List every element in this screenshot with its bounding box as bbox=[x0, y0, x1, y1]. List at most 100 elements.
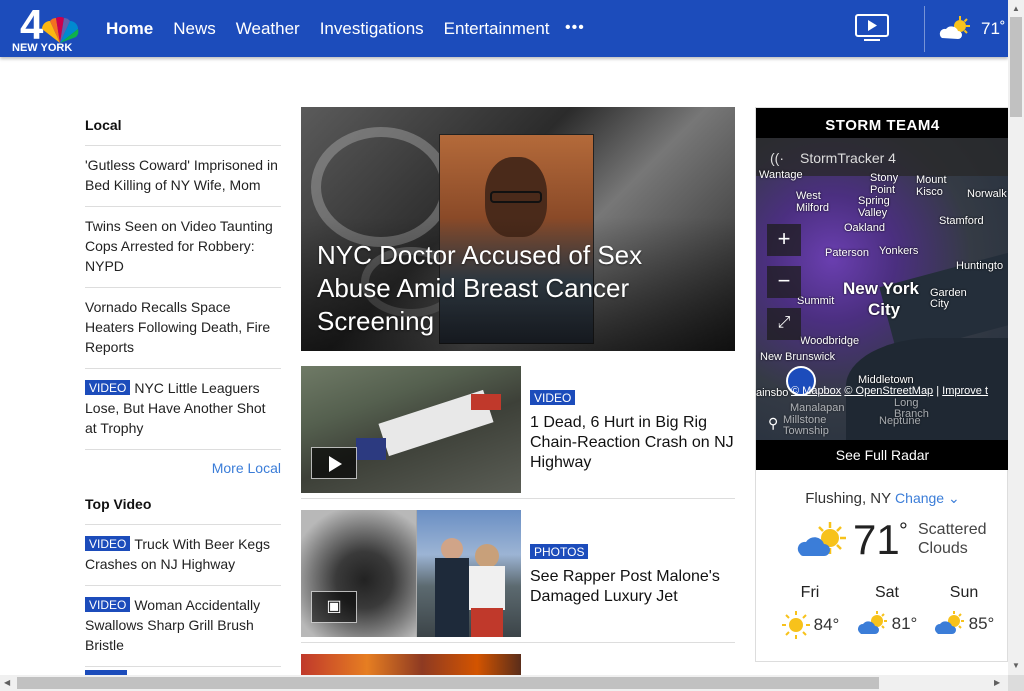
current-condition: Scattered Clouds bbox=[918, 521, 987, 557]
story-thumbnail[interactable] bbox=[301, 654, 521, 675]
map-label: Summit bbox=[797, 295, 835, 307]
weather-location: Flushing, NY Change ⌄ bbox=[756, 490, 1009, 507]
forecast-day[interactable]: Fri 84° bbox=[775, 584, 845, 640]
tv-play-icon[interactable] bbox=[855, 14, 889, 42]
main-nav: Home News Weather Investigations Enterta… bbox=[106, 19, 550, 39]
fullscreen-icon[interactable]: ⤢ bbox=[767, 308, 801, 340]
header-temperature[interactable]: 71˚ bbox=[981, 19, 1006, 39]
story-text: Vornado Recalls Space Heaters Following … bbox=[85, 299, 271, 355]
story-link[interactable]: VIDEO NYC Little Leaguers Lose, But Have … bbox=[85, 369, 281, 450]
map-label-big: City bbox=[868, 300, 901, 319]
forecast-day[interactable]: Sat 81° bbox=[852, 584, 922, 638]
sun-icon bbox=[781, 611, 810, 639]
location-name: Flushing, NY bbox=[805, 490, 891, 507]
forecast-temp: 85° bbox=[968, 614, 995, 633]
change-location-link[interactable]: Change ⌄ bbox=[895, 490, 960, 506]
photo-gallery-icon[interactable]: ▣ bbox=[311, 591, 357, 623]
story-link[interactable]: Twins Seen on Video Taunting Cops Arrest… bbox=[85, 207, 281, 288]
video-badge: VIDEO bbox=[85, 380, 131, 395]
degree-symbol: ° bbox=[899, 518, 908, 543]
map-label: Stony Point bbox=[870, 172, 899, 196]
map-label: Stamford bbox=[939, 215, 984, 227]
hero-story[interactable]: NYC Doctor Accused of Sex Abuse Amid Bre… bbox=[301, 107, 735, 351]
horizontal-scrollbar[interactable]: ◀ ▶ bbox=[0, 675, 1008, 691]
scroll-down-icon[interactable]: ▼ bbox=[1012, 661, 1020, 670]
zoom-out-button[interactable]: − bbox=[767, 266, 801, 298]
scrollbar-thumb[interactable] bbox=[17, 677, 879, 689]
forecast-day-label: Sun bbox=[949, 584, 979, 601]
story-link[interactable]: Vornado Recalls Space Heaters Following … bbox=[85, 288, 281, 369]
radar-map[interactable]: ((· StormTracker 4 Wantage West Milford … bbox=[756, 138, 1009, 440]
logo-text: NEW YORK bbox=[12, 42, 73, 54]
person-uniform bbox=[435, 558, 469, 637]
story-link[interactable]: 'Gutless Coward' Imprisoned in Bed Killi… bbox=[85, 146, 281, 207]
map-label: Millstone Township bbox=[783, 414, 829, 437]
map-label: Spring Valley bbox=[858, 195, 890, 219]
scroll-right-icon[interactable]: ▶ bbox=[994, 678, 1000, 687]
nav-entertainment[interactable]: Entertainment bbox=[444, 19, 550, 39]
map-label: Wantage bbox=[759, 169, 803, 181]
site-header: 4 NEW YORK Home News Weather Investigati… bbox=[0, 0, 1008, 57]
chevron-down-icon: ⌄ bbox=[947, 490, 960, 506]
storm-team-title: STORM TEAM4 bbox=[756, 108, 1009, 138]
osm-link[interactable]: © OpenStreetMap bbox=[844, 385, 933, 397]
map-attribution: © Mapbox © OpenStreetMap | Improve t bbox=[791, 385, 989, 397]
nav-investigations[interactable]: Investigations bbox=[320, 19, 424, 39]
story-text: 'Gutless Coward' Imprisoned in Bed Killi… bbox=[85, 157, 278, 193]
partly-cloudy-icon[interactable] bbox=[938, 14, 974, 44]
scrollbar-thumb[interactable] bbox=[1010, 17, 1022, 117]
vertical-scrollbar[interactable]: ▲ ▼ bbox=[1008, 0, 1024, 675]
story-link[interactable]: VIDEO Woman Accidentally Swallows Sharp G… bbox=[85, 586, 281, 667]
improve-link[interactable]: Improve t bbox=[942, 385, 988, 397]
zoom-in-button[interactable]: + bbox=[767, 224, 801, 256]
current-temperature: 71 bbox=[853, 516, 900, 563]
card-headline[interactable]: See Rapper Post Malone's Damaged Luxury … bbox=[530, 567, 735, 607]
forecast-day[interactable]: Sun 85° bbox=[929, 584, 999, 638]
map-label: Manalapan bbox=[790, 402, 845, 414]
map-label: Woodbridge bbox=[800, 335, 860, 347]
forecast-temp: 81° bbox=[891, 614, 918, 633]
nbc4-logo[interactable]: 4 NEW YORK bbox=[10, 1, 80, 55]
map-label: West Milford bbox=[796, 190, 830, 214]
left-column: Local 'Gutless Coward' Imprisoned in Bed… bbox=[85, 107, 281, 667]
map-label: Huntingto bbox=[956, 260, 1004, 272]
map-label: Mount Kisco bbox=[916, 174, 947, 198]
story-link[interactable]: VIDEO Truck With Beer Kegs Crashes on NJ … bbox=[85, 525, 281, 586]
section-title-local: Local bbox=[85, 107, 281, 146]
card-headline[interactable]: 1 Dead, 6 Hurt in Big Rig Chain-Reaction… bbox=[530, 413, 735, 473]
play-icon[interactable] bbox=[311, 447, 357, 479]
story-card[interactable]: VIDEO 1 Dead, 6 Hurt in Big Rig Chain-Re… bbox=[301, 366, 735, 499]
mapbox-link[interactable]: © Mapbox bbox=[791, 385, 841, 397]
scrollbar-corner bbox=[1008, 675, 1024, 691]
more-menu-icon[interactable]: ••• bbox=[565, 19, 585, 37]
nav-home[interactable]: Home bbox=[106, 19, 153, 39]
forecast-temp: 84° bbox=[813, 615, 840, 634]
card-meta: VIDEO 1 Dead, 6 Hurt in Big Rig Chain-Re… bbox=[530, 390, 735, 473]
video-badge: VIDEO bbox=[530, 390, 576, 405]
scroll-left-icon[interactable]: ◀ bbox=[4, 678, 10, 687]
partly-cloudy-icon bbox=[934, 611, 964, 634]
card-meta: PHOTOS See Rapper Post Malone's Damaged … bbox=[530, 544, 735, 607]
section-title-top-video: Top Video bbox=[85, 486, 281, 525]
map-pin-icon: ⚲ bbox=[768, 415, 779, 431]
truck-cab bbox=[356, 438, 386, 460]
forecast-day-label: Sat bbox=[874, 584, 899, 601]
map-label: Oakland bbox=[844, 222, 885, 234]
more-local-link[interactable]: More Local bbox=[85, 450, 281, 486]
hero-title[interactable]: NYC Doctor Accused of Sex Abuse Amid Bre… bbox=[317, 239, 717, 338]
photos-badge: PHOTOS bbox=[530, 544, 589, 559]
jet-thumbnail[interactable]: ▣ bbox=[301, 510, 521, 637]
nav-news[interactable]: News bbox=[173, 19, 216, 39]
map-label: Yonkers bbox=[879, 245, 919, 257]
story-card[interactable]: ▣ PHOTOS See Rapper Post Malone's Damage… bbox=[301, 510, 735, 643]
nav-weather[interactable]: Weather bbox=[236, 19, 300, 39]
see-full-radar-button[interactable]: See Full Radar bbox=[756, 440, 1009, 470]
person-shirt bbox=[469, 566, 505, 610]
person-pants bbox=[471, 608, 503, 637]
rapper-photo bbox=[417, 510, 521, 637]
scroll-up-icon[interactable]: ▲ bbox=[1012, 4, 1020, 13]
peacock-icon bbox=[42, 17, 79, 43]
change-label: Change bbox=[895, 490, 945, 506]
crash-thumbnail[interactable] bbox=[301, 366, 521, 493]
partly-cloudy-icon bbox=[797, 522, 846, 557]
